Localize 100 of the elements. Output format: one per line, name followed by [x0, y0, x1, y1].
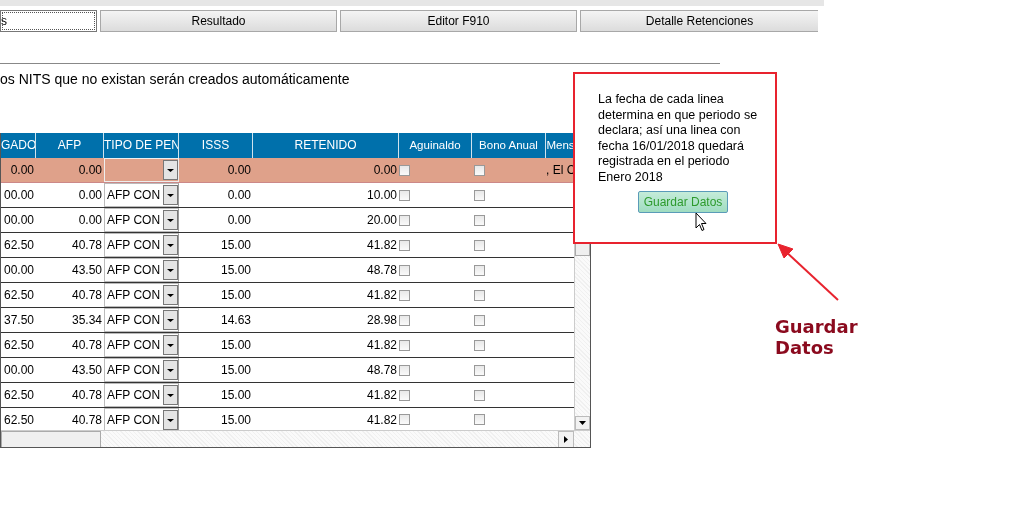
dropdown[interactable]: AFP CON: [104, 183, 179, 207]
checkbox[interactable]: [399, 364, 410, 376]
checkbox[interactable]: [399, 164, 410, 176]
table-cell: 40.78: [71, 238, 102, 252]
tab[interactable]: Detalle Retenciones: [580, 10, 818, 32]
checkbox[interactable]: [399, 289, 410, 301]
dropdown[interactable]: AFP CON: [104, 308, 179, 332]
table-cell: 0.00: [227, 213, 251, 227]
dropdown[interactable]: AFP CON: [104, 283, 179, 307]
table-cell: 15.00: [220, 263, 251, 277]
right-arrow-icon: [564, 436, 568, 443]
table-cell: 40.78: [71, 288, 102, 302]
checkbox[interactable]: [399, 339, 410, 351]
table-cell: 15.00: [220, 413, 251, 427]
table-cell: 28.98: [366, 313, 397, 327]
table-cell: 10.00: [366, 188, 397, 202]
dropdown[interactable]: AFP CON: [104, 383, 179, 407]
checkbox[interactable]: [399, 189, 410, 201]
checkbox[interactable]: [474, 413, 485, 425]
caret-icon: [163, 360, 178, 380]
table-cell: 41.82: [366, 338, 397, 352]
info-text: os NITS que no existan serán creados automáticamente: [0, 71, 350, 87]
table-cell: 15.00: [220, 288, 251, 302]
table-cell: 15.00: [220, 363, 251, 377]
tab[interactable]: Resultado: [100, 10, 337, 32]
table-cell: 15.00: [220, 238, 251, 252]
checkbox[interactable]: [399, 239, 410, 251]
table-cell: 00.00: [3, 213, 34, 227]
dropdown[interactable]: AFP CON: [104, 333, 179, 357]
cursor-icon: [695, 212, 707, 232]
checkbox[interactable]: [474, 389, 485, 401]
caret-icon: [163, 285, 178, 305]
dropdown[interactable]: AFP CON: [104, 408, 179, 430]
table-row[interactable]: 00.00 43.50 AFP CON 15.00 48.78: [1, 258, 574, 283]
dropdown[interactable]: AFP CON: [104, 258, 179, 282]
tab[interactable]: Editor F910: [340, 10, 577, 32]
table-cell: 62.50: [3, 338, 34, 352]
table-row[interactable]: 37.50 35.34 AFP CON 14.63 28.98: [1, 308, 574, 333]
dropdown[interactable]: AFP CON: [104, 208, 179, 232]
table-cell: 00.00: [3, 363, 34, 377]
table-cell: 48.78: [366, 263, 397, 277]
caret-icon: [163, 235, 178, 255]
table-cell: 41.82: [366, 388, 397, 402]
annotation-label: Guardar Datos: [775, 316, 859, 358]
down-arrow-icon: [579, 421, 586, 425]
table-row[interactable]: 00.00 43.50 AFP CON 15.00 48.78: [1, 358, 574, 383]
table-row[interactable]: 62.50 40.78 AFP CON 15.00 41.82: [1, 283, 574, 308]
checkbox[interactable]: [474, 239, 485, 251]
help-text: La fecha de cada linea determina en que periodo se declara; así una linea con fecha 16/01/2018 quedará registrada en el periodo Enero 2018: [598, 92, 758, 185]
horizontal-scrollbar[interactable]: [1, 430, 590, 447]
table-row[interactable]: 00.00 0.00 AFP CON 0.00 10.00: [1, 183, 574, 208]
dropdown[interactable]: AFP CON: [104, 358, 179, 382]
table-cell: 14.63: [220, 313, 251, 327]
table-cell: 41.82: [366, 413, 397, 427]
table-cell: 37.50: [3, 313, 34, 327]
table-cell: 0.00: [227, 188, 251, 202]
checkbox[interactable]: [399, 413, 410, 425]
table-cell: 43.50: [71, 263, 102, 277]
caret-icon: [163, 210, 178, 230]
caret-icon: [163, 335, 178, 355]
table-row[interactable]: 62.50 40.78 AFP CON 15.00 41.82: [1, 333, 574, 358]
table-cell: 43.50: [71, 363, 102, 377]
table-row[interactable]: 00.00 0.00 AFP CON 0.00 20.00: [1, 208, 574, 233]
table-cell: 0.00: [78, 188, 102, 202]
table-cell: 62.50: [3, 388, 34, 402]
caret-icon: [163, 310, 178, 330]
checkbox[interactable]: [474, 214, 485, 226]
checkbox[interactable]: [474, 364, 485, 376]
checkbox[interactable]: [474, 289, 485, 301]
checkbox[interactable]: [399, 314, 410, 326]
table-cell: 0.00: [373, 163, 397, 177]
table-cell: 0.00: [78, 163, 102, 177]
table-cell: 41.82: [366, 238, 397, 252]
table-cell: 48.78: [366, 363, 397, 377]
caret-icon: [163, 185, 178, 205]
checkbox[interactable]: [399, 264, 410, 276]
table-cell: 00.00: [3, 263, 34, 277]
checkbox[interactable]: [474, 314, 485, 326]
table-cell: 0.00: [10, 163, 34, 177]
dropdown[interactable]: [104, 158, 179, 182]
table-cell: 15.00: [220, 338, 251, 352]
table-cell: 20.00: [366, 213, 397, 227]
table-cell: 62.50: [3, 413, 34, 427]
checkbox[interactable]: [474, 339, 485, 351]
checkbox[interactable]: [474, 264, 485, 276]
table-cell: 62.50: [3, 288, 34, 302]
checkbox[interactable]: [399, 389, 410, 401]
caret-icon: [163, 160, 178, 180]
dropdown[interactable]: AFP CON: [104, 233, 179, 257]
checkbox[interactable]: [474, 164, 485, 176]
caret-icon: [163, 260, 178, 280]
checkbox[interactable]: [474, 189, 485, 201]
caret-icon: [163, 410, 178, 430]
table-cell: 00.00: [3, 188, 34, 202]
table-cell: 41.82: [366, 288, 397, 302]
caret-icon: [163, 385, 178, 405]
table-row[interactable]: 62.50 40.78 AFP CON 15.00 41.82: [1, 233, 574, 258]
table-row[interactable]: 62.50 40.78 AFP CON 15.00 41.82: [1, 383, 574, 408]
checkbox[interactable]: [399, 214, 410, 226]
table-cell: 40.78: [71, 388, 102, 402]
